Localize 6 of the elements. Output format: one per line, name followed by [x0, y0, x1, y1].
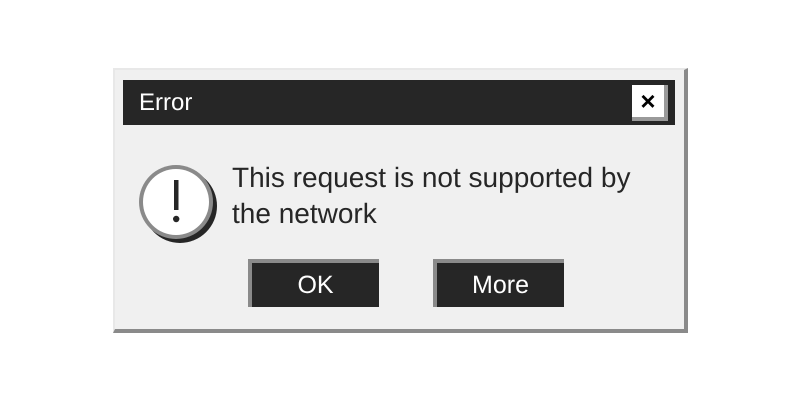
error-message: This request is not supported by the network	[232, 161, 632, 231]
dialog-button[interactable]: More	[433, 259, 564, 307]
dialog-button[interactable]: OK	[248, 259, 379, 307]
window-title: Error	[139, 90, 192, 114]
close-button[interactable]: ×	[632, 84, 668, 120]
warning-icon	[137, 163, 219, 245]
